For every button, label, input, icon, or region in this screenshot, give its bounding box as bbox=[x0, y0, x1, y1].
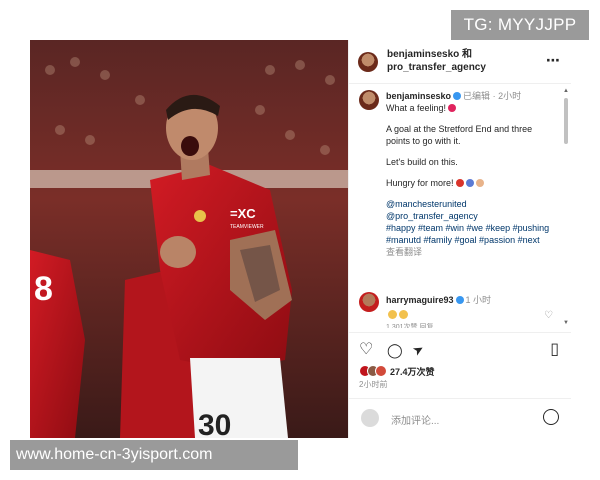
comment-like-icon[interactable]: ♡ bbox=[544, 310, 553, 321]
emoji-picker-icon[interactable] bbox=[543, 409, 559, 425]
likes-text: 27.4万次赞 bbox=[390, 367, 435, 377]
red-circle-emoji-icon bbox=[455, 179, 464, 187]
post-caption: benjaminsesko 已编辑 · 2小时 What a feeling! A… bbox=[349, 84, 563, 322]
hashtags[interactable]: #happy #team #win #we #keep #pushing #ma… bbox=[386, 222, 556, 246]
post-side-panel: benjaminsesko 和 pro_transfer_agency ⋯ be… bbox=[348, 40, 571, 438]
comment-icon[interactable]: ◯ bbox=[387, 341, 403, 359]
commenter-avatar[interactable] bbox=[359, 292, 379, 312]
separator-dot: · bbox=[492, 91, 496, 101]
share-icon[interactable]: ➤ bbox=[409, 339, 427, 360]
collab-line[interactable]: pro_transfer_agency bbox=[387, 61, 486, 74]
jersey-sponsor: TEAMVIEWER bbox=[230, 224, 264, 230]
scroll-down-icon[interactable]: ▼ bbox=[563, 320, 569, 326]
comment-item: harrymaguire93 1 小时 1,301次赞 回复 ♡ bbox=[349, 290, 563, 330]
comment-meta: 1,301次赞 回复 bbox=[386, 324, 434, 328]
post-timestamp: 2小时前 bbox=[359, 380, 388, 389]
svg-text:=XC: =XC bbox=[230, 206, 256, 221]
see-translation-link[interactable]: 查看翻译 bbox=[386, 246, 556, 258]
caption-line-3: Let's build on this. bbox=[386, 157, 458, 167]
clap-emoji-icon bbox=[388, 310, 397, 319]
caption-scrollbar[interactable]: ▲ ▼ bbox=[563, 88, 569, 326]
post-photo[interactable]: 8 30 =XC TEAMVIEWER › bbox=[30, 40, 348, 438]
caption-time: 2小时 bbox=[498, 91, 522, 101]
current-user-avatar bbox=[361, 409, 379, 427]
edited-label: 已编辑 bbox=[463, 91, 491, 101]
shorts-number: 30 bbox=[198, 409, 231, 438]
likes-count[interactable]: 27.4万次赞 bbox=[359, 365, 435, 378]
author-avatar[interactable] bbox=[358, 52, 378, 72]
save-icon[interactable]: ▯ bbox=[550, 341, 559, 359]
telegram-watermark: TG: MYYJJPP bbox=[451, 10, 589, 40]
comment-input[interactable]: 添加评论... bbox=[391, 412, 439, 427]
post-header: benjaminsesko 和 pro_transfer_agency ⋯ bbox=[349, 40, 571, 84]
comment-time: 1 小时 bbox=[465, 295, 492, 305]
add-comment-bar: 添加评论... bbox=[349, 398, 571, 438]
hand-emoji-icon bbox=[475, 179, 484, 187]
caption-line-1: What a feeling! bbox=[386, 103, 447, 113]
more-options-icon[interactable]: ⋯ bbox=[546, 52, 561, 69]
like-icon[interactable]: ♡ bbox=[359, 341, 373, 359]
clap-emoji-icon bbox=[399, 310, 408, 319]
post-authors[interactable]: benjaminsesko 和 pro_transfer_agency bbox=[387, 48, 486, 74]
photo-illustration: 8 30 =XC TEAMVIEWER bbox=[30, 40, 348, 438]
commenter-username[interactable]: harrymaguire93 bbox=[386, 295, 454, 305]
mention-manchesterunited[interactable]: @manchesterunited bbox=[386, 198, 556, 210]
verified-icon bbox=[453, 92, 462, 100]
liker-avatar bbox=[375, 365, 387, 377]
author-line[interactable]: benjaminsesko 和 bbox=[387, 48, 486, 61]
airplane-emoji-icon bbox=[465, 179, 474, 187]
scroll-up-icon[interactable]: ▲ bbox=[563, 88, 569, 94]
site-watermark: www.home-cn-3yisport.com bbox=[10, 440, 298, 470]
scroll-thumb[interactable] bbox=[564, 98, 568, 144]
caption-username[interactable]: benjaminsesko bbox=[386, 91, 451, 101]
mention-pro-transfer-agency[interactable]: @pro_transfer_agency bbox=[386, 210, 556, 222]
heart-eyes-emoji-icon bbox=[448, 104, 457, 112]
commenter-verified-icon bbox=[455, 296, 464, 304]
caption-line-2: A goal at the Stretford End and three po… bbox=[386, 124, 533, 146]
caption-line-4: Hungry for more! bbox=[386, 178, 454, 188]
left-player-number: 8 bbox=[34, 270, 53, 308]
post-actions: ♡ ◯ ➤ ▯ 27.4万次赞 2小时前 bbox=[349, 332, 571, 392]
caption-avatar[interactable] bbox=[359, 90, 379, 110]
